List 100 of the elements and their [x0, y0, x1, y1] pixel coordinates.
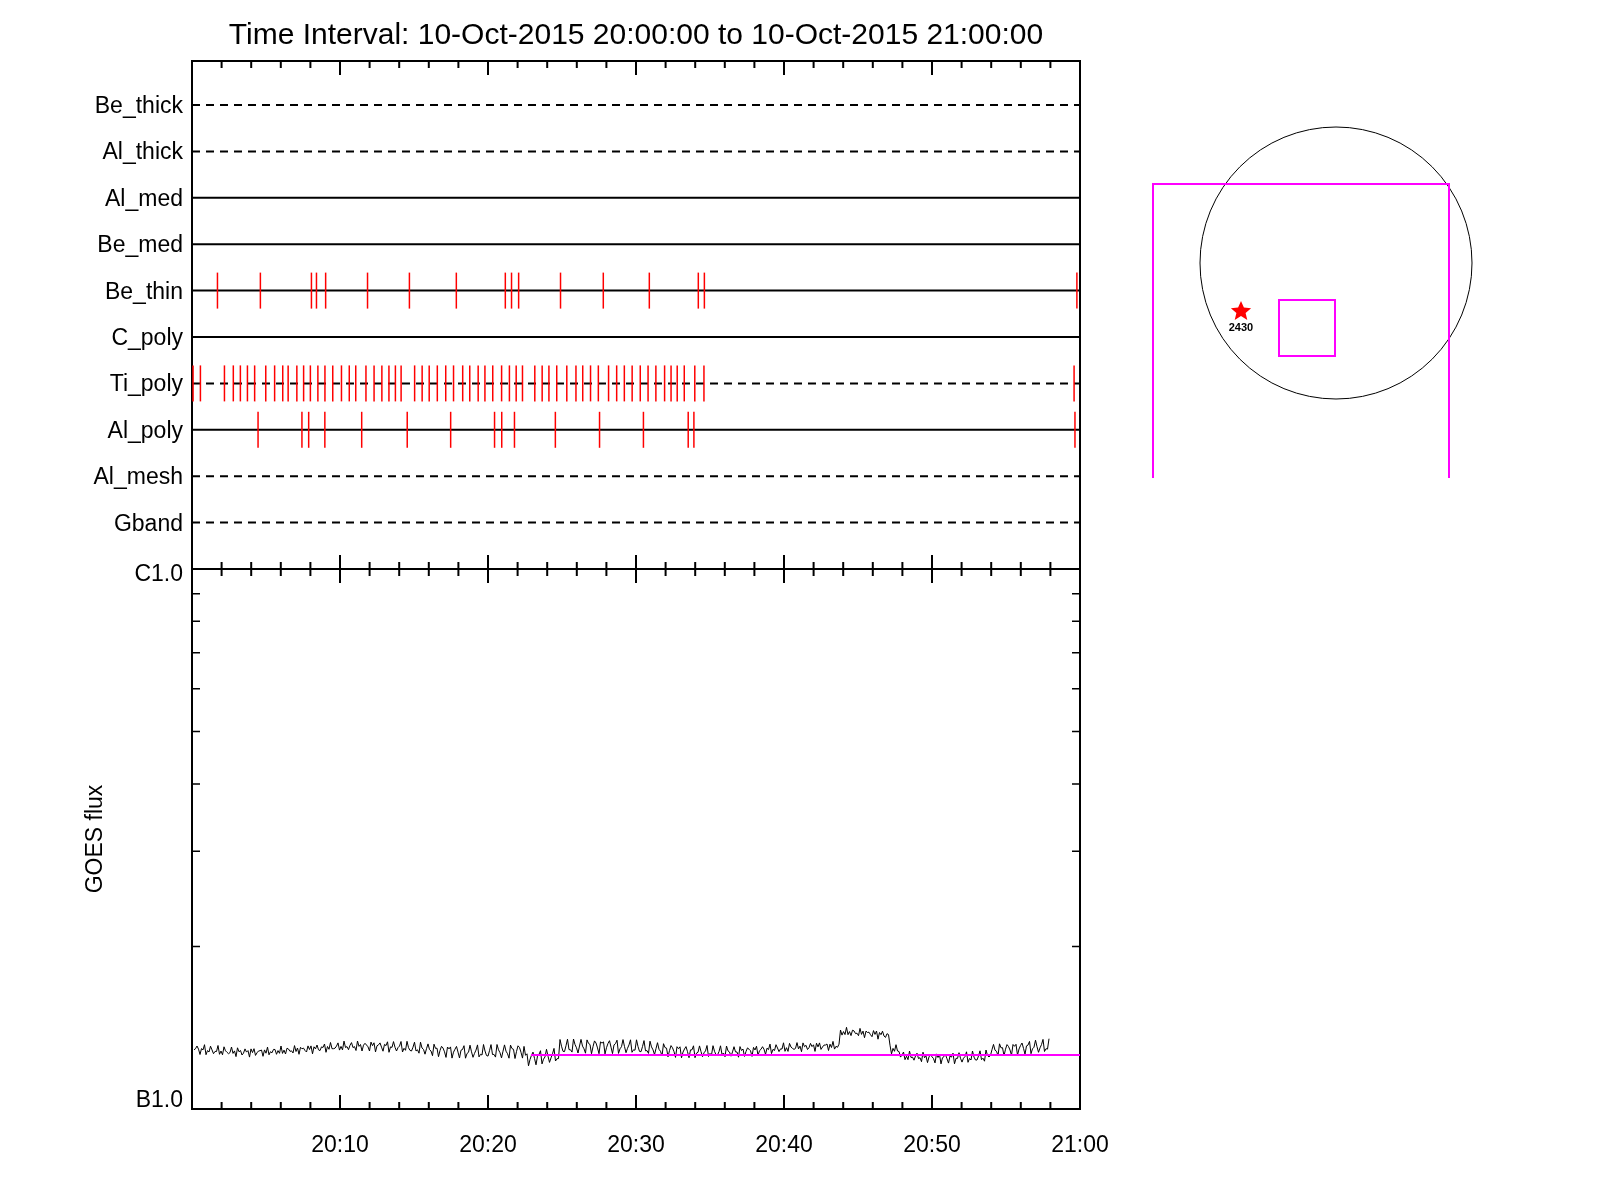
event-mark: [556, 364, 558, 403]
event-mark: [500, 364, 503, 403]
event-mark: [1076, 271, 1078, 310]
event-mark: [683, 364, 685, 403]
event-mark: [192, 364, 194, 403]
event-mark: [406, 411, 408, 449]
event-mark: [413, 364, 416, 403]
event-mark: [273, 364, 276, 403]
event-mark: [615, 364, 618, 403]
event-mark: [428, 364, 430, 403]
x-tick-label: 21:00: [1051, 1131, 1109, 1157]
event-mark: [647, 364, 649, 403]
event-mark: [449, 411, 452, 449]
x-tick-label: 20:30: [607, 1131, 665, 1157]
event-mark: [309, 364, 312, 403]
event-mark: [703, 364, 705, 403]
event-mark: [501, 411, 503, 449]
x-tick-label: 20:50: [903, 1131, 961, 1157]
event-mark: [607, 364, 610, 403]
filter-label: Be_thin: [105, 277, 183, 304]
event-mark: [302, 364, 305, 403]
event-mark: [199, 364, 202, 403]
event-mark: [400, 364, 402, 403]
region-label: 2430: [1228, 321, 1254, 333]
event-mark: [332, 364, 334, 403]
event-mark: [559, 271, 562, 310]
event-mark: [455, 271, 458, 310]
event-mark: [703, 271, 706, 310]
event-mark: [355, 364, 357, 403]
event-mark: [436, 364, 439, 403]
event-mark: [307, 411, 310, 449]
plot-title: Time Interval: 10-Oct-2015 20:00:00 to 10-Oct-2015 21:00:00: [228, 17, 1044, 50]
event-mark: [631, 364, 633, 403]
event-mark: [581, 364, 584, 403]
event-mark: [287, 364, 289, 403]
x-tick-label: 20:40: [755, 1131, 813, 1157]
event-mark: [381, 364, 383, 403]
event-mark: [589, 364, 592, 403]
event-mark: [602, 271, 605, 310]
event-mark: [421, 364, 423, 403]
event-mark: [469, 364, 471, 403]
event-mark: [515, 364, 517, 403]
x-tick-label: 20:20: [459, 1131, 517, 1157]
event-mark: [670, 364, 672, 403]
x-tick-label: 20:10: [311, 1131, 369, 1157]
event-mark: [216, 271, 219, 310]
event-mark: [492, 364, 494, 403]
event-mark: [310, 271, 313, 310]
y-tick-label: C1.0: [134, 560, 183, 586]
filter-label: Be_thick: [94, 92, 183, 118]
y-axis-label: GOES flux: [81, 784, 107, 894]
event-mark: [655, 364, 657, 403]
event-mark: [452, 364, 455, 403]
event-mark: [394, 364, 397, 403]
pointing-square: [1278, 299, 1336, 357]
event-mark: [408, 271, 411, 310]
filter-label: Al_med: [105, 184, 183, 211]
event-mark: [373, 364, 375, 403]
event-mark: [317, 364, 319, 403]
event-mark: [639, 364, 641, 403]
event-mark: [324, 364, 326, 403]
event-mark: [517, 271, 520, 310]
event-mark: [548, 364, 550, 403]
event-mark: [265, 364, 267, 403]
event-mark: [348, 364, 351, 403]
event-mark: [366, 271, 369, 310]
event-mark: [444, 364, 447, 403]
event-mark: [575, 364, 577, 403]
event-mark: [663, 364, 666, 403]
event-mark: [461, 364, 464, 403]
event-mark: [554, 411, 557, 449]
event-mark: [513, 411, 516, 449]
event-mark: [676, 364, 678, 403]
event-mark: [508, 364, 511, 403]
filter-label: Gband: [113, 509, 183, 536]
event-mark: [301, 411, 303, 449]
event-mark: [541, 364, 543, 403]
event-mark: [623, 364, 626, 403]
event-mark: [257, 411, 259, 449]
filter-label: Al_poly: [107, 416, 183, 443]
event-mark: [1074, 411, 1076, 449]
event-mark: [232, 364, 235, 403]
event-mark: [510, 271, 513, 310]
event-mark: [534, 364, 536, 403]
event-mark: [598, 411, 601, 449]
event-mark: [493, 411, 496, 449]
filter-label: Al_mesh: [93, 463, 183, 490]
filter-label: Ti_poly: [109, 370, 183, 397]
event-mark: [694, 364, 696, 403]
event-mark: [223, 364, 226, 403]
event-mark: [365, 364, 367, 403]
filter-label: C_poly: [111, 324, 183, 350]
event-mark: [597, 364, 600, 403]
event-mark: [282, 364, 284, 403]
event-mark: [259, 271, 262, 310]
event-mark: [521, 364, 524, 403]
filter-label: Be_med: [97, 231, 183, 258]
event-mark: [697, 271, 700, 310]
event-mark: [693, 411, 695, 449]
event-mark: [360, 411, 363, 449]
